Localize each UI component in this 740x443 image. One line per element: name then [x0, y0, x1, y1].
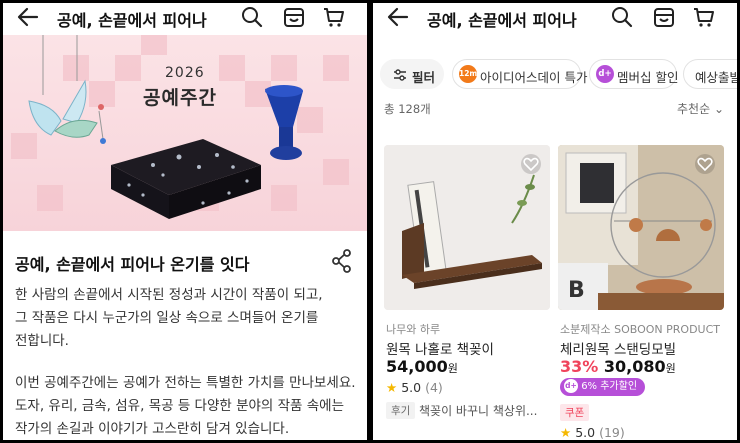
extra-discount-badge: d+ 6% 추가할인 — [560, 378, 646, 396]
chip-label: 필터 — [412, 70, 436, 85]
expected-shipping-chip[interactable]: 예상출발일 — [683, 59, 737, 89]
rating-value: 5.0 — [401, 380, 422, 395]
event-page-panel: 공예, 손끝에서 피어나 2026 공예주간 공예, 손끝에서 피어나 온기를 … — [3, 3, 367, 440]
membership-discount-chip[interactable]: d+ 멤버십 할인 — [589, 59, 679, 89]
event-banner: 2026 공예주간 — [3, 35, 367, 231]
price-unit: 원 — [447, 362, 458, 375]
sort-dropdown[interactable]: 추천순 ⌄ — [677, 100, 724, 117]
filter-sliders-icon — [394, 69, 406, 81]
price-value: 54,000 — [386, 357, 448, 376]
review-count: (19) — [599, 425, 625, 440]
product-list-panel: 공예, 손끝에서 피어나 필터 12m 아이디어스데이 특가 d+ 멤버십 할인 — [373, 3, 737, 440]
search-icon[interactable] — [239, 5, 265, 29]
product-rating: ★ 5.0 (19) — [560, 425, 625, 440]
extra-discount-label: 6% 추가할인 — [581, 381, 638, 392]
discount-rate: 33% — [560, 357, 599, 376]
description-line: 이번 공예주간에는 공예가 전하는 특별한 가치를 만나보세요. — [15, 375, 356, 391]
storefront-icon[interactable] — [651, 5, 677, 29]
product-card-image[interactable]: B — [558, 145, 724, 310]
search-icon[interactable] — [609, 5, 635, 29]
price-unit: 원 — [665, 362, 676, 375]
storefront-icon[interactable] — [281, 5, 307, 29]
top-app-bar: 공예, 손끝에서 피어나 — [3, 3, 367, 33]
review-snippet[interactable]: 책꽂이 바꾸니 책상위... — [419, 402, 537, 419]
top-app-bar: 공예, 손끝에서 피어나 — [373, 3, 737, 33]
page-title: 공예, 손끝에서 피어나 — [427, 11, 577, 30]
rating-value: 5.0 — [575, 425, 596, 440]
description-line: 그 작품은 다시 누군가의 일상 속으로 스며들어 온기를 — [15, 310, 319, 326]
filter-chip[interactable]: 필터 — [380, 59, 444, 89]
cart-icon[interactable] — [321, 5, 347, 29]
product-card-image[interactable] — [384, 145, 550, 310]
back-arrow-icon[interactable] — [15, 5, 41, 29]
review-tag: 후기 — [386, 402, 416, 419]
share-icon[interactable] — [331, 249, 353, 273]
idusday-badge-icon: 12m — [459, 65, 477, 83]
description-line: 작가의 손길과 이야기가 고스란히 담겨 있습니다. — [15, 421, 290, 437]
chevron-down-icon: ⌄ — [713, 102, 725, 116]
event-headline: 공예, 손끝에서 피어나 온기를 잇다 — [15, 255, 250, 274]
sort-label: 추천순 — [677, 102, 711, 116]
price-value: 30,080 — [603, 357, 666, 376]
banner-year: 2026 — [165, 65, 205, 81]
product-name[interactable]: 체리원목 스탠딩모빌 — [560, 338, 676, 358]
star-icon: ★ — [560, 425, 572, 440]
wishlist-heart-icon[interactable] — [520, 153, 542, 175]
product-rating: ★ 5.0 (4) — [386, 380, 443, 395]
review-count: (4) — [425, 380, 443, 395]
chip-label: 아이디어스데이 특가 — [480, 70, 588, 85]
description-line: 전합니다. — [15, 333, 69, 349]
membership-badge-icon: d+ — [564, 379, 578, 393]
product-name[interactable]: 원목 나홀로 책꽂이 — [386, 338, 494, 358]
page-title: 공예, 손끝에서 피어나 — [57, 11, 207, 30]
product-price: 54,000원 — [386, 357, 458, 376]
coupon-tag: 쿠폰 — [560, 404, 590, 421]
membership-badge-icon: d+ — [596, 65, 614, 83]
banner-title: 공예주간 — [143, 87, 217, 109]
star-icon: ★ — [386, 380, 398, 395]
product-brand[interactable]: 나무와 하루 — [386, 321, 440, 337]
description-line: 도자, 유리, 금속, 섬유, 목공 등 다양한 분야의 작품 속에는 — [15, 398, 345, 414]
description-line: 한 사람의 손끝에서 시작된 정성과 시간이 작품이 되고, — [15, 287, 323, 303]
svg-text:B: B — [568, 278, 585, 303]
result-count: 총 128개 — [384, 102, 431, 116]
chip-label: 예상출발일 — [695, 70, 737, 85]
back-arrow-icon[interactable] — [385, 5, 411, 29]
idusday-deal-chip[interactable]: 12m 아이디어스데이 특가 — [452, 59, 587, 89]
chip-label: 멤버십 할인 — [617, 70, 679, 85]
cart-icon[interactable] — [691, 5, 717, 29]
wishlist-heart-icon[interactable] — [694, 153, 716, 175]
product-brand[interactable]: 소분제작소 SOBOON PRODUCT — [560, 321, 720, 337]
product-price: 33% 30,080원 — [560, 357, 676, 376]
